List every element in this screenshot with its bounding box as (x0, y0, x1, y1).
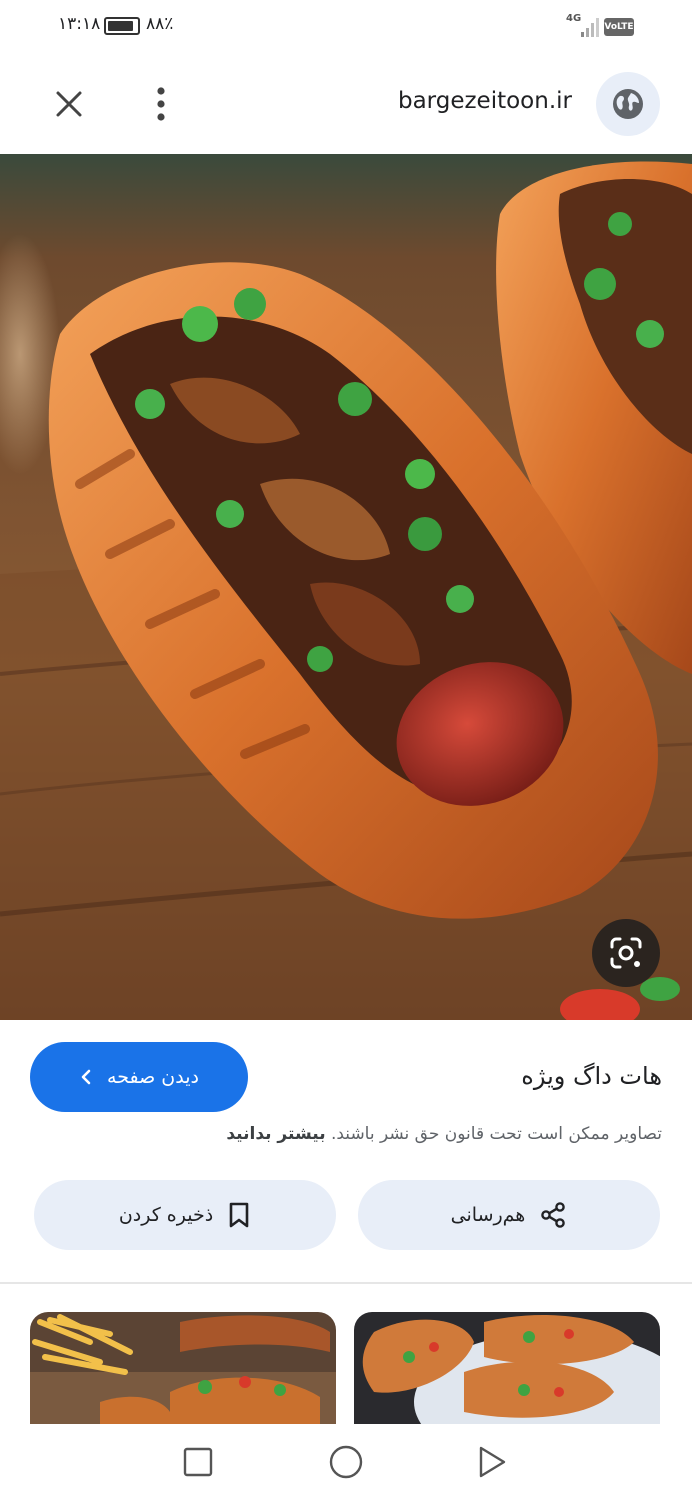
volte-badge: VoLTE (604, 18, 634, 36)
back-button[interactable] (476, 1444, 508, 1480)
status-bar: ۱۳:۱۸ ۸۸٪ 4G VoLTE (0, 0, 692, 56)
result-title: هات داگ ویژه (521, 1062, 662, 1090)
battery-icon (104, 17, 140, 35)
battery-percent: ۸۸٪ (146, 14, 174, 34)
battery-level (108, 21, 133, 31)
save-label: ذخیره کردن (118, 1204, 214, 1226)
close-button[interactable] (46, 81, 92, 127)
hot-dog-photo (0, 154, 692, 1020)
more-options-button[interactable] (138, 81, 184, 127)
lens-icon (610, 937, 642, 969)
copyright-notice: تصاویر ممکن است تحت قانون حق نشر باشند. … (22, 1124, 662, 1144)
divider (0, 1282, 692, 1284)
share-label: هم‌رسانی (450, 1204, 526, 1226)
bookmark-icon (229, 1202, 249, 1228)
globe-icon (613, 89, 643, 119)
related-image-thumbnail[interactable] (30, 1312, 336, 1424)
close-icon (56, 91, 82, 117)
result-image[interactable] (0, 154, 692, 1020)
home-button[interactable] (328, 1444, 364, 1480)
network-type: 4G (566, 13, 582, 24)
learn-more-link[interactable]: بیشتر بدانید (226, 1124, 325, 1144)
source-domain[interactable]: bargezeitoon.ir (398, 88, 572, 114)
fries-hotdog-photo (30, 1312, 336, 1424)
site-info-button[interactable] (596, 72, 660, 136)
status-time: ۱۳:۱۸ (58, 14, 101, 34)
share-button[interactable]: هم‌رسانی (358, 1180, 660, 1250)
hotdogs-plate-photo (354, 1312, 660, 1424)
visit-page-label: دیدن صفحه (107, 1066, 199, 1088)
share-icon (541, 1202, 566, 1228)
more-vert-icon (157, 87, 165, 121)
copyright-text: تصاویر ممکن است تحت قانون حق نشر باشند. (330, 1124, 662, 1144)
top-app-bar: bargezeitoon.ir (0, 56, 692, 154)
system-navigation-bar (0, 1424, 692, 1500)
lens-button[interactable] (592, 919, 660, 987)
recents-button[interactable] (182, 1446, 214, 1478)
save-button[interactable]: ذخیره کردن (34, 1180, 336, 1250)
chevron-left-icon (81, 1069, 91, 1085)
signal-icon (581, 18, 599, 37)
visit-page-button[interactable]: دیدن صفحه (30, 1042, 248, 1112)
related-image-thumbnail[interactable] (354, 1312, 660, 1424)
